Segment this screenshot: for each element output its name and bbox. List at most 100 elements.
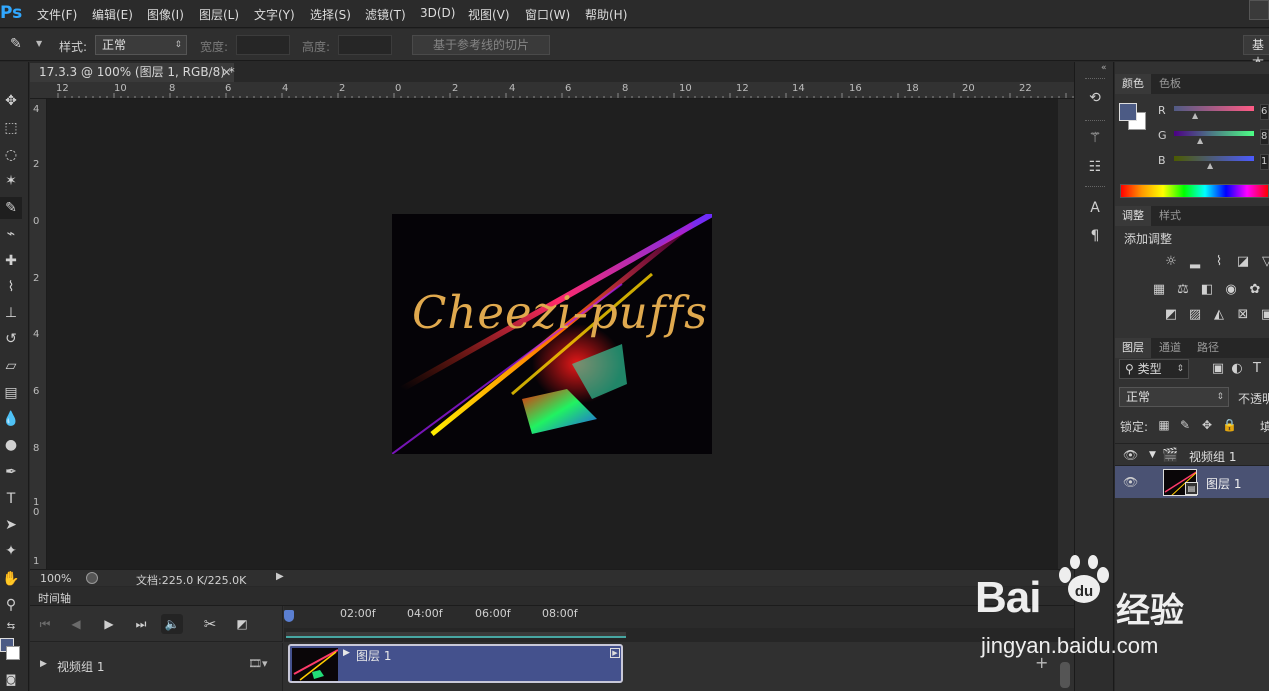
- eyedropper-tool-icon[interactable]: ⌁: [0, 223, 22, 245]
- video-clip[interactable]: ▶ 图层 1 ▶: [288, 644, 623, 683]
- tab-adjustments[interactable]: 调整: [1115, 206, 1151, 226]
- history-brush-tool-icon[interactable]: ↺: [0, 328, 22, 350]
- filter-adjustment-icon[interactable]: ◐: [1229, 362, 1245, 376]
- group-collapse-icon[interactable]: ▼: [1149, 450, 1156, 460]
- paragraph-panel-icon[interactable]: ¶: [1085, 226, 1105, 246]
- channel-mixer-icon[interactable]: ✿: [1247, 283, 1263, 297]
- tab-layers[interactable]: 图层: [1115, 338, 1151, 358]
- green-value[interactable]: 8: [1260, 129, 1269, 145]
- lock-position-icon[interactable]: ✥: [1200, 418, 1214, 432]
- hand-tool-icon[interactable]: ✋: [0, 568, 22, 590]
- collapse-dock-icon[interactable]: «: [1101, 63, 1107, 73]
- brush-tool-icon[interactable]: ⌇: [0, 276, 22, 298]
- background-color-swatch[interactable]: [6, 646, 20, 660]
- clip-menu-icon[interactable]: ▶: [610, 648, 620, 658]
- menu-type[interactable]: 文字(Y): [254, 6, 295, 23]
- zoom-level[interactable]: 100%: [40, 572, 71, 585]
- canvas-scrollbar[interactable]: [1058, 99, 1074, 569]
- zoom-tool-icon[interactable]: ⚲: [0, 594, 22, 616]
- next-frame-icon[interactable]: ⏭: [130, 614, 152, 634]
- slice-tool-icon[interactable]: ✎: [0, 197, 22, 219]
- workspace-button[interactable]: 基本: [1243, 35, 1269, 70]
- dodge-tool-icon[interactable]: ●: [0, 434, 22, 456]
- black-white-icon[interactable]: ◧: [1199, 283, 1215, 297]
- tab-color[interactable]: 颜色: [1115, 74, 1151, 94]
- menu-file[interactable]: 文件(F): [37, 6, 77, 23]
- visibility-eye-icon[interactable]: 👁: [1123, 448, 1138, 462]
- levels-icon[interactable]: ▂: [1187, 255, 1203, 269]
- magic-wand-tool-icon[interactable]: ✶: [0, 170, 22, 192]
- layer-group-row[interactable]: 👁 ▼ 🎬 视频组 1: [1115, 443, 1269, 465]
- work-area-range[interactable]: [286, 632, 626, 638]
- properties-icon[interactable]: ☷: [1085, 157, 1105, 177]
- red-slider-thumb-icon[interactable]: ▲: [1192, 111, 1198, 120]
- path-selection-tool-icon[interactable]: ➤: [0, 514, 22, 536]
- eraser-tool-icon[interactable]: ▱: [0, 355, 22, 377]
- marquee-tool-icon[interactable]: ⬚: [0, 117, 22, 139]
- blend-mode-select[interactable]: 正常 ⇕: [1119, 387, 1229, 407]
- menu-image[interactable]: 图像(I): [147, 6, 184, 23]
- play-icon[interactable]: ▶: [98, 614, 120, 634]
- menu-window[interactable]: 窗口(W): [525, 6, 570, 23]
- transition-icon[interactable]: ◩: [231, 614, 253, 634]
- film-strip-icon[interactable]: 🎞▾: [248, 657, 268, 670]
- audio-icon[interactable]: 🔈: [161, 614, 183, 634]
- filter-type-icon[interactable]: T: [1249, 362, 1265, 376]
- blue-slider-thumb-icon[interactable]: ▲: [1207, 161, 1213, 170]
- clip-expand-icon[interactable]: ▶: [343, 648, 350, 658]
- layer-row[interactable]: 👁 ▤ 图层 1: [1115, 465, 1269, 498]
- menu-3d[interactable]: 3D(D): [420, 6, 455, 20]
- brush-presets-icon[interactable]: ⚚: [1085, 128, 1105, 148]
- visibility-eye-icon[interactable]: 👁: [1123, 475, 1138, 489]
- lasso-tool-icon[interactable]: ◌: [0, 144, 22, 166]
- selective-color-icon[interactable]: ▣: [1259, 308, 1269, 322]
- menu-view[interactable]: 视图(V): [468, 6, 510, 23]
- lock-transparent-icon[interactable]: ▦: [1157, 418, 1171, 432]
- menu-help[interactable]: 帮助(H): [585, 6, 627, 23]
- go-to-first-frame-icon[interactable]: ⏮: [34, 614, 56, 634]
- healing-tool-icon[interactable]: ✚: [0, 250, 22, 272]
- blur-tool-icon[interactable]: 💧: [0, 408, 22, 430]
- red-value[interactable]: 6: [1260, 104, 1269, 120]
- expand-track-icon[interactable]: ▶: [40, 659, 47, 669]
- split-scissors-icon[interactable]: ✂: [199, 614, 221, 634]
- type-tool-icon[interactable]: T: [0, 488, 22, 510]
- slices-from-guides-button[interactable]: 基于参考线的切片: [412, 35, 550, 55]
- lock-all-icon[interactable]: 🔒: [1222, 418, 1237, 432]
- green-slider-thumb-icon[interactable]: ▲: [1197, 136, 1203, 145]
- stamp-tool-icon[interactable]: ⊥: [0, 302, 22, 324]
- gradient-map-icon[interactable]: ⊠: [1235, 308, 1251, 322]
- hue-saturation-icon[interactable]: ▦: [1151, 283, 1167, 297]
- status-menu-arrow-icon[interactable]: ▶: [276, 571, 284, 582]
- vibrance-icon[interactable]: ▽: [1259, 255, 1269, 269]
- character-panel-icon[interactable]: A: [1085, 198, 1105, 218]
- panel-foreground-swatch[interactable]: [1119, 103, 1137, 121]
- menu-layer[interactable]: 图层(L): [199, 6, 239, 23]
- history-panel-icon[interactable]: ⟲: [1085, 88, 1105, 108]
- posterize-icon[interactable]: ▨: [1187, 308, 1203, 322]
- slice-tool-icon[interactable]: ✎: [10, 36, 22, 52]
- style-select[interactable]: 正常 ⇕: [95, 35, 187, 55]
- threshold-icon[interactable]: ◭: [1211, 308, 1227, 322]
- shape-tool-icon[interactable]: ✦: [0, 540, 22, 562]
- close-icon[interactable]: ✕: [222, 63, 231, 82]
- gradient-tool-icon[interactable]: ▤: [0, 382, 22, 404]
- tab-paths[interactable]: 路径: [1190, 338, 1226, 358]
- pen-tool-icon[interactable]: ✒: [0, 461, 22, 483]
- tool-preset-caret-icon[interactable]: ▼: [36, 39, 42, 48]
- width-input[interactable]: [236, 35, 290, 55]
- menu-filter[interactable]: 滤镜(T): [365, 6, 406, 23]
- work-area-bar[interactable]: [284, 628, 1074, 642]
- swap-colors-icon[interactable]: ⇆: [0, 616, 22, 638]
- timeline-title[interactable]: 时间轴: [38, 590, 71, 606]
- previous-frame-icon[interactable]: ◀: [65, 614, 87, 634]
- layer-filter-select[interactable]: ⚲ 类型 ⇕: [1119, 359, 1189, 379]
- exposure-icon[interactable]: ◪: [1235, 255, 1251, 269]
- playhead[interactable]: [284, 610, 294, 622]
- blue-slider[interactable]: [1174, 156, 1254, 161]
- color-balance-icon[interactable]: ⚖: [1175, 283, 1191, 297]
- green-slider[interactable]: [1174, 131, 1254, 136]
- menu-edit[interactable]: 编辑(E): [92, 6, 133, 23]
- move-tool-icon[interactable]: ✥: [0, 90, 22, 112]
- height-input[interactable]: [338, 35, 392, 55]
